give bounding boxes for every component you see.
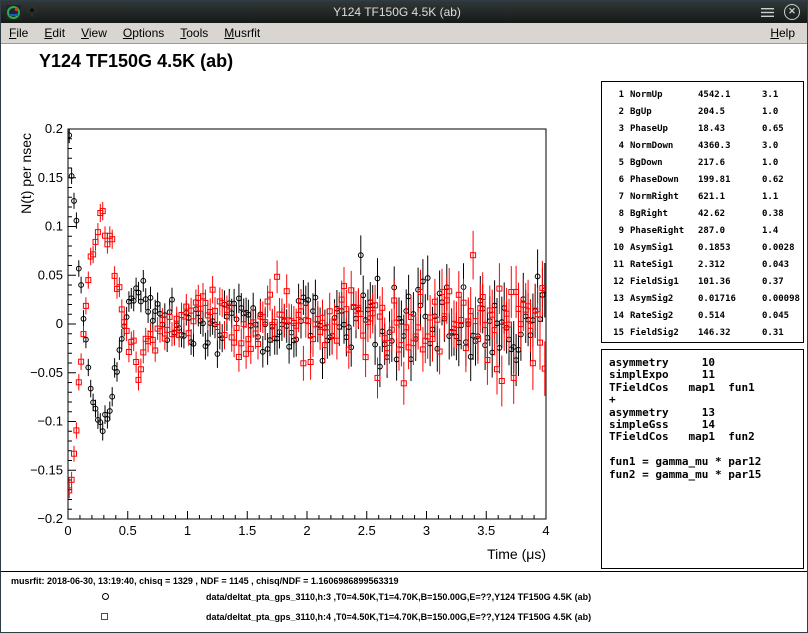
series-black-circles bbox=[67, 128, 547, 441]
svg-text:−0.1: −0.1 bbox=[37, 414, 63, 429]
fit-status-line: musrfit: 2018-06-30, 13:19:40, chisq = 1… bbox=[11, 576, 398, 586]
legend-row: data/deltat_pta_gps_3110,h:3 ,T0=4.50K,T… bbox=[1, 591, 807, 603]
theory-line: TFieldCos map1 fun1 bbox=[609, 382, 803, 394]
svg-text:4: 4 bbox=[542, 523, 549, 538]
svg-text:2.5: 2.5 bbox=[358, 523, 376, 538]
menu-item-view[interactable]: View bbox=[73, 24, 115, 42]
param-row: 6PhaseDown199.810.62 bbox=[602, 172, 803, 189]
parameter-table: 1NormUp4542.13.12BgUp204.51.03PhaseUp18.… bbox=[601, 81, 804, 343]
svg-text:0.2: 0.2 bbox=[45, 121, 63, 136]
param-row: 10AsymSig10.18530.0028 bbox=[602, 240, 803, 257]
svg-text:2: 2 bbox=[303, 523, 310, 538]
svg-text:3.5: 3.5 bbox=[477, 523, 495, 538]
svg-text:1.5: 1.5 bbox=[238, 523, 256, 538]
legend-row: data/deltat_pta_gps_3110,h:4 ,T0=4.50K,T… bbox=[1, 611, 807, 623]
svg-text:0.15: 0.15 bbox=[38, 170, 63, 185]
param-row: 13AsymSig20.017160.00098 bbox=[602, 291, 803, 308]
svg-text:−0.15: −0.15 bbox=[30, 462, 63, 477]
circle-marker-icon bbox=[102, 593, 109, 600]
menu-items: FileEditViewOptionsToolsMusrfit bbox=[1, 24, 268, 42]
theory-box: asymmetry 10simplExpo 11TFieldCos map1 f… bbox=[601, 349, 804, 569]
theory-line: TFieldCos map1 fun2 bbox=[609, 431, 803, 443]
menu-icon[interactable] bbox=[761, 8, 774, 17]
x-axis bbox=[68, 511, 546, 519]
svg-text:1: 1 bbox=[184, 523, 191, 538]
svg-text:−0.05: −0.05 bbox=[30, 365, 63, 380]
menu-item-musrfit[interactable]: Musrfit bbox=[216, 24, 268, 42]
theory-line: fun1 = gamma_mu * par12 bbox=[609, 456, 803, 468]
param-row: 4NormDown4360.33.0 bbox=[602, 138, 803, 155]
application-window: Y124 TF150G 4.5K (ab) ✕ FileEditViewOpti… bbox=[0, 0, 808, 633]
menubar: FileEditViewOptionsToolsMusrfit Help bbox=[1, 23, 807, 44]
menu-item-help[interactable]: Help bbox=[762, 24, 803, 42]
x-axis-title: Time (μs) bbox=[487, 546, 546, 562]
square-marker-icon bbox=[101, 613, 108, 620]
param-row: 5BgDown217.61.0 bbox=[602, 155, 803, 172]
svg-text:3: 3 bbox=[423, 523, 430, 538]
window-title: Y124 TF150G 4.5K (ab) bbox=[38, 5, 756, 19]
footer-separator bbox=[1, 571, 807, 572]
y-axis-title: N(t) per nsec bbox=[18, 133, 34, 214]
legend-text: data/deltat_pta_gps_3110,h:3 ,T0=4.50K,T… bbox=[206, 592, 591, 602]
menu-item-tools[interactable]: Tools bbox=[172, 24, 216, 42]
param-row: 7NormRight621.11.1 bbox=[602, 189, 803, 206]
svg-text:0.1: 0.1 bbox=[45, 219, 63, 234]
x-tick-labels: 0 0.5 1 1.5 2 2.5 3 3.5 4 bbox=[64, 523, 549, 538]
menu-item-edit[interactable]: Edit bbox=[36, 24, 73, 42]
page-title: Y124 TF150G 4.5K (ab) bbox=[39, 51, 233, 72]
param-row: 12FieldSig1101.360.37 bbox=[602, 274, 803, 291]
svg-text:0: 0 bbox=[64, 523, 71, 538]
svg-text:−0.2: −0.2 bbox=[37, 511, 63, 526]
plot-canvas[interactable]: 0 0.5 1 1.5 2 2.5 3 3.5 4 −0.2 −0.15 −0.1 −0.05 0 0.05… bbox=[11, 89, 591, 579]
y-tick-labels: −0.2 −0.15 −0.1 −0.05 0 0.05 0.1 0.15 0.2 bbox=[30, 121, 63, 526]
param-row: 14RateSig20.5140.045 bbox=[602, 308, 803, 325]
menu-item-file[interactable]: File bbox=[1, 24, 36, 42]
menu-item-options[interactable]: Options bbox=[115, 24, 172, 42]
close-icon[interactable]: ✕ bbox=[784, 4, 800, 20]
pin-icon[interactable] bbox=[26, 6, 38, 19]
param-row: 8BgRight42.620.38 bbox=[602, 206, 803, 223]
param-row: 9PhaseRight287.01.4 bbox=[602, 223, 803, 240]
theory-line: + bbox=[609, 394, 803, 406]
theory-line: fun2 = gamma_mu * par15 bbox=[609, 469, 803, 481]
legend-text: data/deltat_pta_gps_3110,h:4 ,T0=4.50K,T… bbox=[206, 612, 591, 622]
svg-text:0: 0 bbox=[56, 316, 63, 331]
titlebar[interactable]: Y124 TF150G 4.5K (ab) ✕ bbox=[1, 1, 807, 23]
param-row: 15FieldSig2146.320.31 bbox=[602, 325, 803, 342]
svg-text:0.05: 0.05 bbox=[38, 267, 63, 282]
param-row: 3PhaseUp18.430.65 bbox=[602, 121, 803, 138]
param-row: 2BgUp204.51.0 bbox=[602, 104, 803, 121]
svg-text:0.5: 0.5 bbox=[119, 523, 137, 538]
app-icon[interactable] bbox=[6, 5, 21, 20]
theory-line: simplExpo 11 bbox=[609, 369, 803, 381]
y-axis bbox=[68, 129, 76, 519]
param-row: 1NormUp4542.13.1 bbox=[602, 87, 803, 104]
param-row: 11RateSig12.3120.043 bbox=[602, 257, 803, 274]
